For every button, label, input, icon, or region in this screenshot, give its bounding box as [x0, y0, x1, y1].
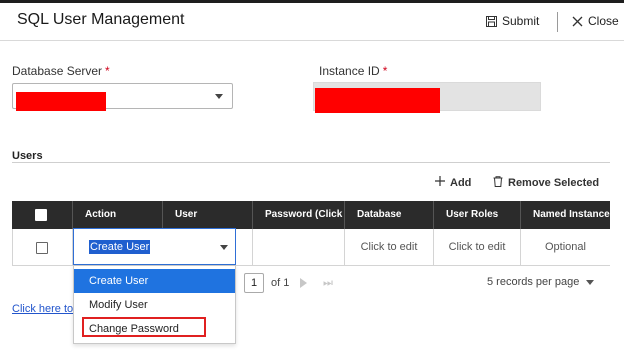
- column-header-user-roles[interactable]: User Roles: [434, 201, 521, 229]
- users-section-title: Users: [12, 150, 43, 162]
- user-roles-cell[interactable]: Click to edit: [434, 229, 521, 265]
- password-cell[interactable]: [253, 229, 345, 265]
- submit-label: Submit: [502, 14, 540, 28]
- option-modify-user[interactable]: Modify User: [74, 293, 235, 317]
- trash-icon: [493, 176, 503, 190]
- add-label: Add: [450, 176, 472, 189]
- database-server-label: Database Server *: [12, 64, 110, 78]
- database-server-label-text: Database Server: [12, 64, 103, 78]
- required-mark: *: [105, 64, 110, 78]
- chevron-down-icon: [586, 279, 595, 285]
- chevron-down-icon: [220, 245, 228, 250]
- column-header-action[interactable]: Action: [73, 201, 163, 229]
- page-number-input[interactable]: 1: [244, 273, 264, 293]
- action-select-value: Create User: [89, 240, 151, 254]
- remove-selected-button[interactable]: Remove Selected: [493, 176, 599, 190]
- action-select[interactable]: Create User: [73, 228, 236, 265]
- action-dropdown-menu: Create User Modify User Change Password: [73, 265, 236, 344]
- redacted-server-value: [16, 92, 106, 111]
- add-button[interactable]: Add: [435, 176, 471, 189]
- save-icon: [486, 15, 497, 27]
- instance-id-field: [313, 82, 541, 113]
- row-select-cell: [12, 229, 73, 265]
- column-header-named-instance[interactable]: Named Instance: [521, 201, 610, 229]
- table-header-row: Action User Password (Click to edit) Dat…: [12, 201, 610, 229]
- close-label: Close: [588, 14, 619, 28]
- database-cell[interactable]: Click to edit: [345, 229, 434, 265]
- close-icon: [572, 16, 583, 27]
- column-header-user[interactable]: User: [163, 201, 253, 229]
- page-title: SQL User Management: [17, 11, 185, 28]
- option-create-user[interactable]: Create User: [74, 269, 235, 293]
- next-page-icon[interactable]: [300, 278, 307, 288]
- named-instance-cell[interactable]: Optional: [521, 229, 610, 265]
- select-all-cell: [12, 201, 73, 229]
- option-change-password[interactable]: Change Password: [74, 317, 235, 341]
- records-per-page-label: 5 records per page: [487, 276, 580, 288]
- section-divider: [12, 162, 610, 163]
- plus-icon: [435, 176, 445, 189]
- submit-button[interactable]: Submit: [486, 14, 539, 28]
- database-server-select[interactable]: [12, 83, 233, 111]
- header-divider: [557, 12, 558, 32]
- required-mark: *: [382, 64, 388, 78]
- header-bar: SQL User Management Submit Close: [0, 3, 624, 41]
- help-link[interactable]: Click here to: [12, 303, 73, 315]
- last-page-icon[interactable]: ⏭: [323, 277, 333, 290]
- chevron-down-icon: [215, 94, 223, 99]
- page-count: of 1: [271, 277, 290, 289]
- instance-id-label: Instance ID *: [319, 64, 387, 78]
- remove-selected-label: Remove Selected: [508, 177, 600, 189]
- row-checkbox[interactable]: [36, 242, 48, 254]
- column-header-password[interactable]: Password (Click to edit): [253, 201, 345, 229]
- select-all-checkbox[interactable]: [35, 209, 47, 221]
- instance-id-label-text: Instance ID: [319, 64, 380, 78]
- close-button[interactable]: Close: [572, 14, 619, 28]
- redacted-instance-value: [315, 88, 440, 113]
- column-header-database[interactable]: Database: [345, 201, 434, 229]
- records-per-page-select[interactable]: 5 records per page: [487, 276, 595, 288]
